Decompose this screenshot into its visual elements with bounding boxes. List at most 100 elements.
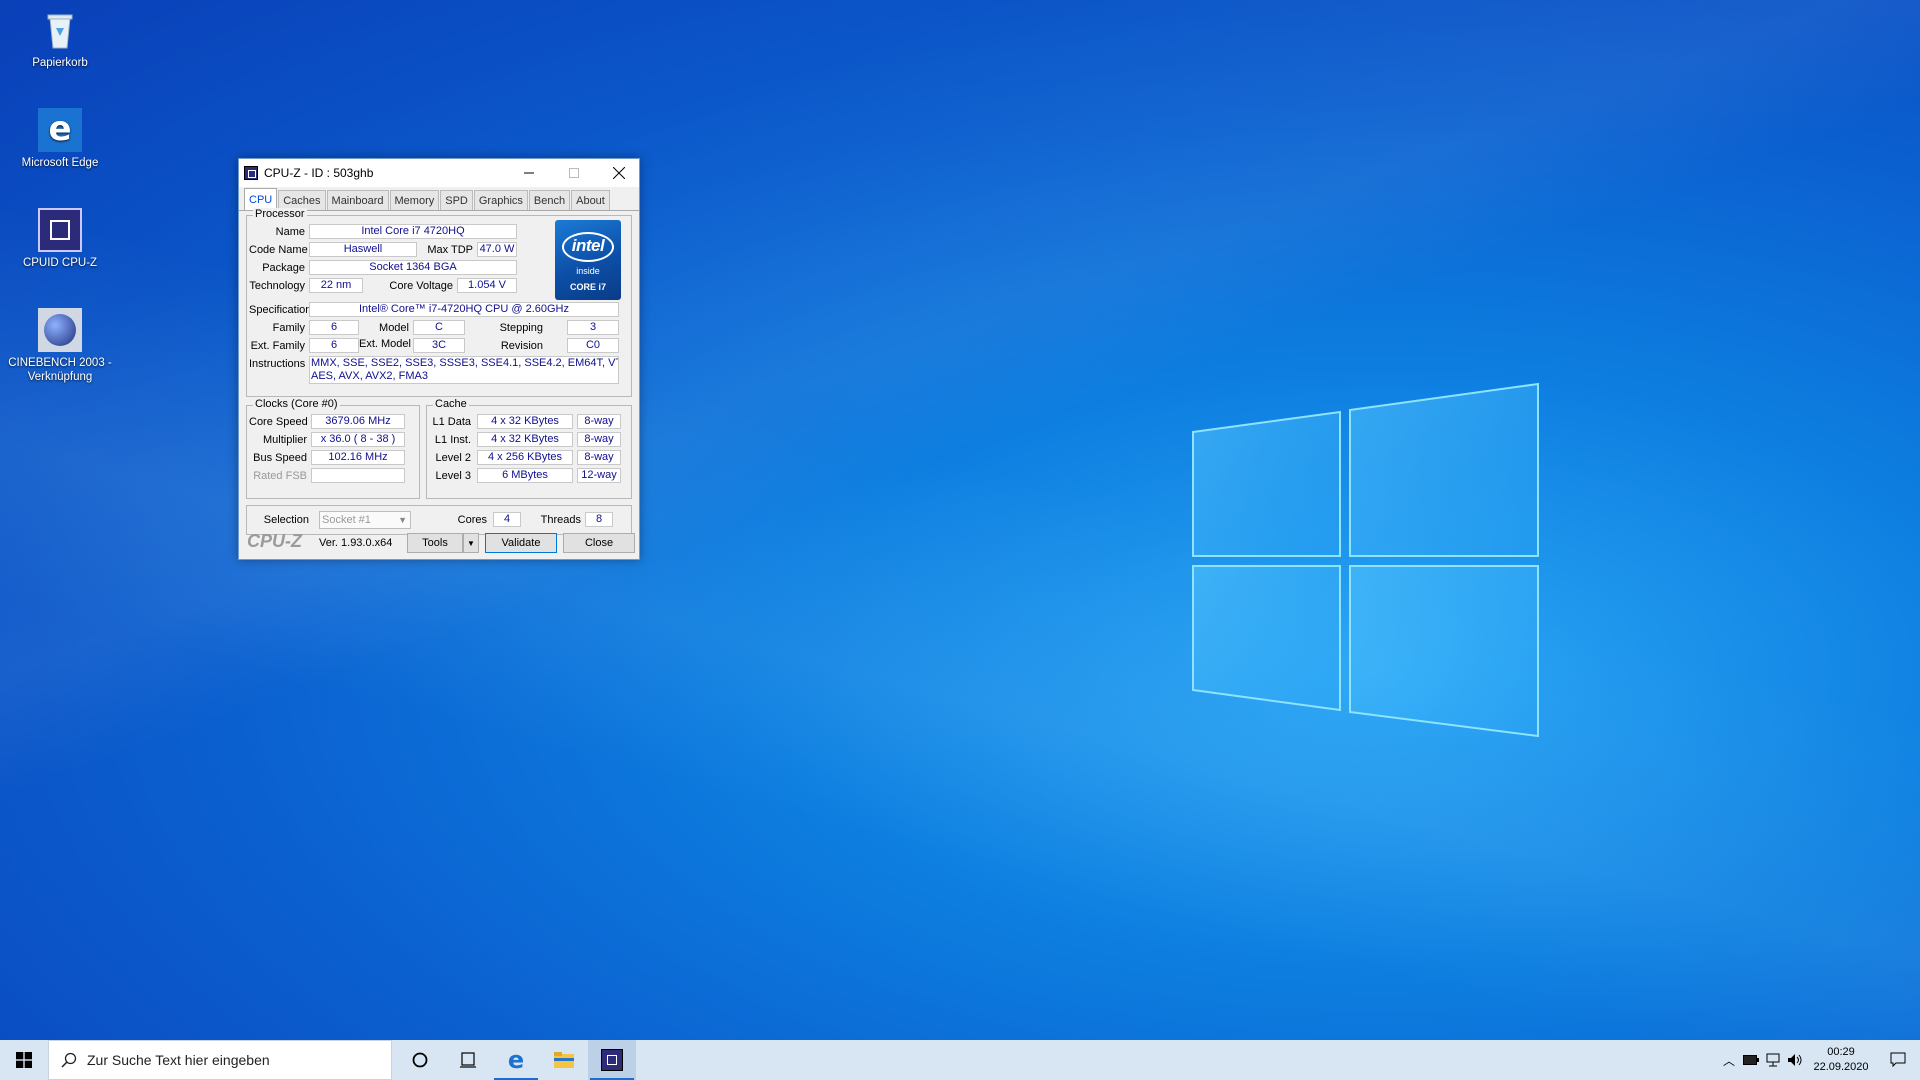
tab-spd[interactable]: SPD <box>440 190 473 210</box>
cache-level2-label: Level 2 <box>435 452 471 464</box>
desktop-icon-cinebench[interactable]: CINEBENCH 2003 - Verknüpfung <box>6 308 114 384</box>
version-text: Ver. 1.93.0.x64 <box>319 537 393 549</box>
cortana-button[interactable] <box>396 1040 444 1080</box>
battery-icon <box>1743 1055 1759 1065</box>
cpu-chip-icon <box>38 208 82 252</box>
start-button[interactable] <box>0 1040 48 1080</box>
tab-cpu[interactable]: CPU <box>244 188 278 210</box>
selection-label: Selection <box>263 514 309 526</box>
processor-group: Processor Name Intel Core i7 4720HQ Code… <box>246 208 632 397</box>
cache-level2-way: 8-way <box>577 450 621 465</box>
tab-caches[interactable]: Caches <box>278 190 326 210</box>
corespeed-label: Core Speed <box>249 416 308 428</box>
model-value: C <box>413 320 465 335</box>
corespeed-value: 3679.06 MHz <box>311 414 405 429</box>
tab-mainboard[interactable]: Mainboard <box>326 190 389 210</box>
specification-label: Specification <box>249 304 312 316</box>
window-title: CPU-Z - ID : 503ghb <box>264 166 374 180</box>
cores-value: 4 <box>493 512 521 527</box>
desktop-icon-edge[interactable]: e Microsoft Edge <box>12 108 108 170</box>
desktop-icon-label: Papierkorb <box>32 57 88 69</box>
desktop-icon-recycle-bin[interactable]: Papierkorb <box>12 8 108 70</box>
processor-group-title: Processor <box>253 208 307 220</box>
cache-group-title: Cache <box>433 398 469 410</box>
cache-group: Cache L1 Data 4 x 32 KBytes 8-way L1 Ins… <box>426 398 632 499</box>
search-placeholder: Zur Suche Text hier eingeben <box>87 1052 270 1068</box>
extmodel-label: Ext. Model <box>359 338 411 350</box>
action-center-button[interactable] <box>1876 1040 1920 1080</box>
cache-level3-size: 6 MBytes <box>477 468 573 483</box>
volume-button[interactable] <box>1784 1040 1806 1080</box>
multiplier-label: Multiplier <box>262 434 307 446</box>
tab-memory[interactable]: Memory <box>389 190 440 210</box>
codename-value: Haswell <box>309 242 417 257</box>
clocks-group: Clocks (Core #0) Core Speed 3679.06 MHz … <box>246 398 420 499</box>
intel-logo-inside: inside <box>576 266 600 276</box>
stepping-label: Stepping <box>499 322 543 334</box>
busspeed-value: 102.16 MHz <box>311 450 405 465</box>
notification-icon <box>1890 1052 1906 1068</box>
intel-core-i7-logo: intel inside CORE i7 <box>555 220 621 300</box>
tab-bench[interactable]: Bench <box>528 190 571 210</box>
multiplier-value: x 36.0 ( 8 - 38 ) <box>311 432 405 447</box>
clock-time: 00:29 <box>1827 1046 1855 1058</box>
codename-label: Code Name <box>249 244 308 256</box>
cores-label: Cores <box>457 514 487 526</box>
threads-label: Threads <box>540 514 581 526</box>
desktop-icon-label: CPUID CPU-Z <box>22 257 98 269</box>
edge-icon: e <box>38 108 82 152</box>
clocks-group-title: Clocks (Core #0) <box>253 398 340 410</box>
task-view-button[interactable] <box>444 1040 492 1080</box>
taskbar-explorer-button[interactable] <box>540 1040 588 1080</box>
close-window-button[interactable] <box>596 159 641 187</box>
cortana-circle-icon <box>412 1052 428 1068</box>
minimize-button[interactable] <box>506 159 551 187</box>
clock[interactable]: 00:29 22.09.2020 <box>1806 1045 1876 1075</box>
cpuz-brand: CPU-Z <box>247 531 302 551</box>
maxtdp-value: 47.0 W <box>477 242 517 257</box>
edge-icon: e <box>507 1046 525 1074</box>
recycle-bin-icon <box>38 8 82 52</box>
package-value: Socket 1364 BGA <box>309 260 517 275</box>
close-button[interactable]: Close <box>563 533 635 553</box>
extfamily-label: Ext. Family <box>250 340 305 352</box>
chevron-up-icon: ︿ <box>1722 1053 1735 1068</box>
ratedfsb-value <box>311 468 405 483</box>
taskbar-edge-button[interactable]: e <box>492 1040 540 1080</box>
taskbar-cpuz-button[interactable] <box>588 1040 636 1080</box>
windows-wallpaper-logo <box>1192 382 1539 738</box>
cache-level2-size: 4 x 256 KBytes <box>477 450 573 465</box>
cache-l1inst-label: L1 Inst. <box>434 434 471 446</box>
search-box[interactable]: Zur Suche Text hier eingeben <box>48 1040 392 1080</box>
system-tray: ︿ 00:29 22.09.2020 <box>1718 1040 1920 1080</box>
tools-button[interactable]: Tools <box>407 533 463 553</box>
tab-about[interactable]: About <box>571 190 610 210</box>
stepping-value: 3 <box>567 320 619 335</box>
maximize-button[interactable] <box>551 159 596 187</box>
name-value: Intel Core i7 4720HQ <box>309 224 517 239</box>
windows-start-icon <box>16 1052 32 1068</box>
desktop-icon-label: CINEBENCH 2003 - Verknüpfung <box>8 357 112 383</box>
speaker-icon <box>1788 1054 1802 1066</box>
specification-value: Intel® Core™ i7-4720HQ CPU @ 2.60GHz <box>309 302 619 317</box>
busspeed-label: Bus Speed <box>253 452 307 464</box>
revision-value: C0 <box>567 338 619 353</box>
cpuz-window: CPU-Z - ID : 503ghb CPU Caches Mainboard… <box>238 158 640 560</box>
package-label: Package <box>262 262 305 274</box>
desktop-icon-cpuz[interactable]: CPUID CPU-Z <box>12 208 108 270</box>
tab-graphics[interactable]: Graphics <box>473 190 528 210</box>
show-hidden-icons-button[interactable]: ︿ <box>1718 1040 1740 1080</box>
cache-l1data-label: L1 Data <box>432 416 471 428</box>
corevoltage-label: Core Voltage <box>389 280 453 292</box>
bottom-bar: CPU-Z Ver. 1.93.0.x64 Tools ▼ Validate C… <box>239 529 639 559</box>
socket-select-value: Socket #1 <box>322 514 371 526</box>
tools-dropdown-button[interactable]: ▼ <box>463 533 479 553</box>
clock-date: 22.09.2020 <box>1813 1061 1869 1073</box>
network-button[interactable] <box>1762 1040 1784 1080</box>
title-bar[interactable]: CPU-Z - ID : 503ghb <box>239 159 639 187</box>
validate-button[interactable]: Validate <box>485 533 557 553</box>
battery-button[interactable] <box>1740 1040 1762 1080</box>
taskbar: Zur Suche Text hier eingeben e ︿ 00:29 2… <box>0 1040 1920 1080</box>
intel-logo-brand: CORE i7 <box>569 282 606 292</box>
socket-select[interactable]: Socket #1 ▼ <box>319 511 411 529</box>
